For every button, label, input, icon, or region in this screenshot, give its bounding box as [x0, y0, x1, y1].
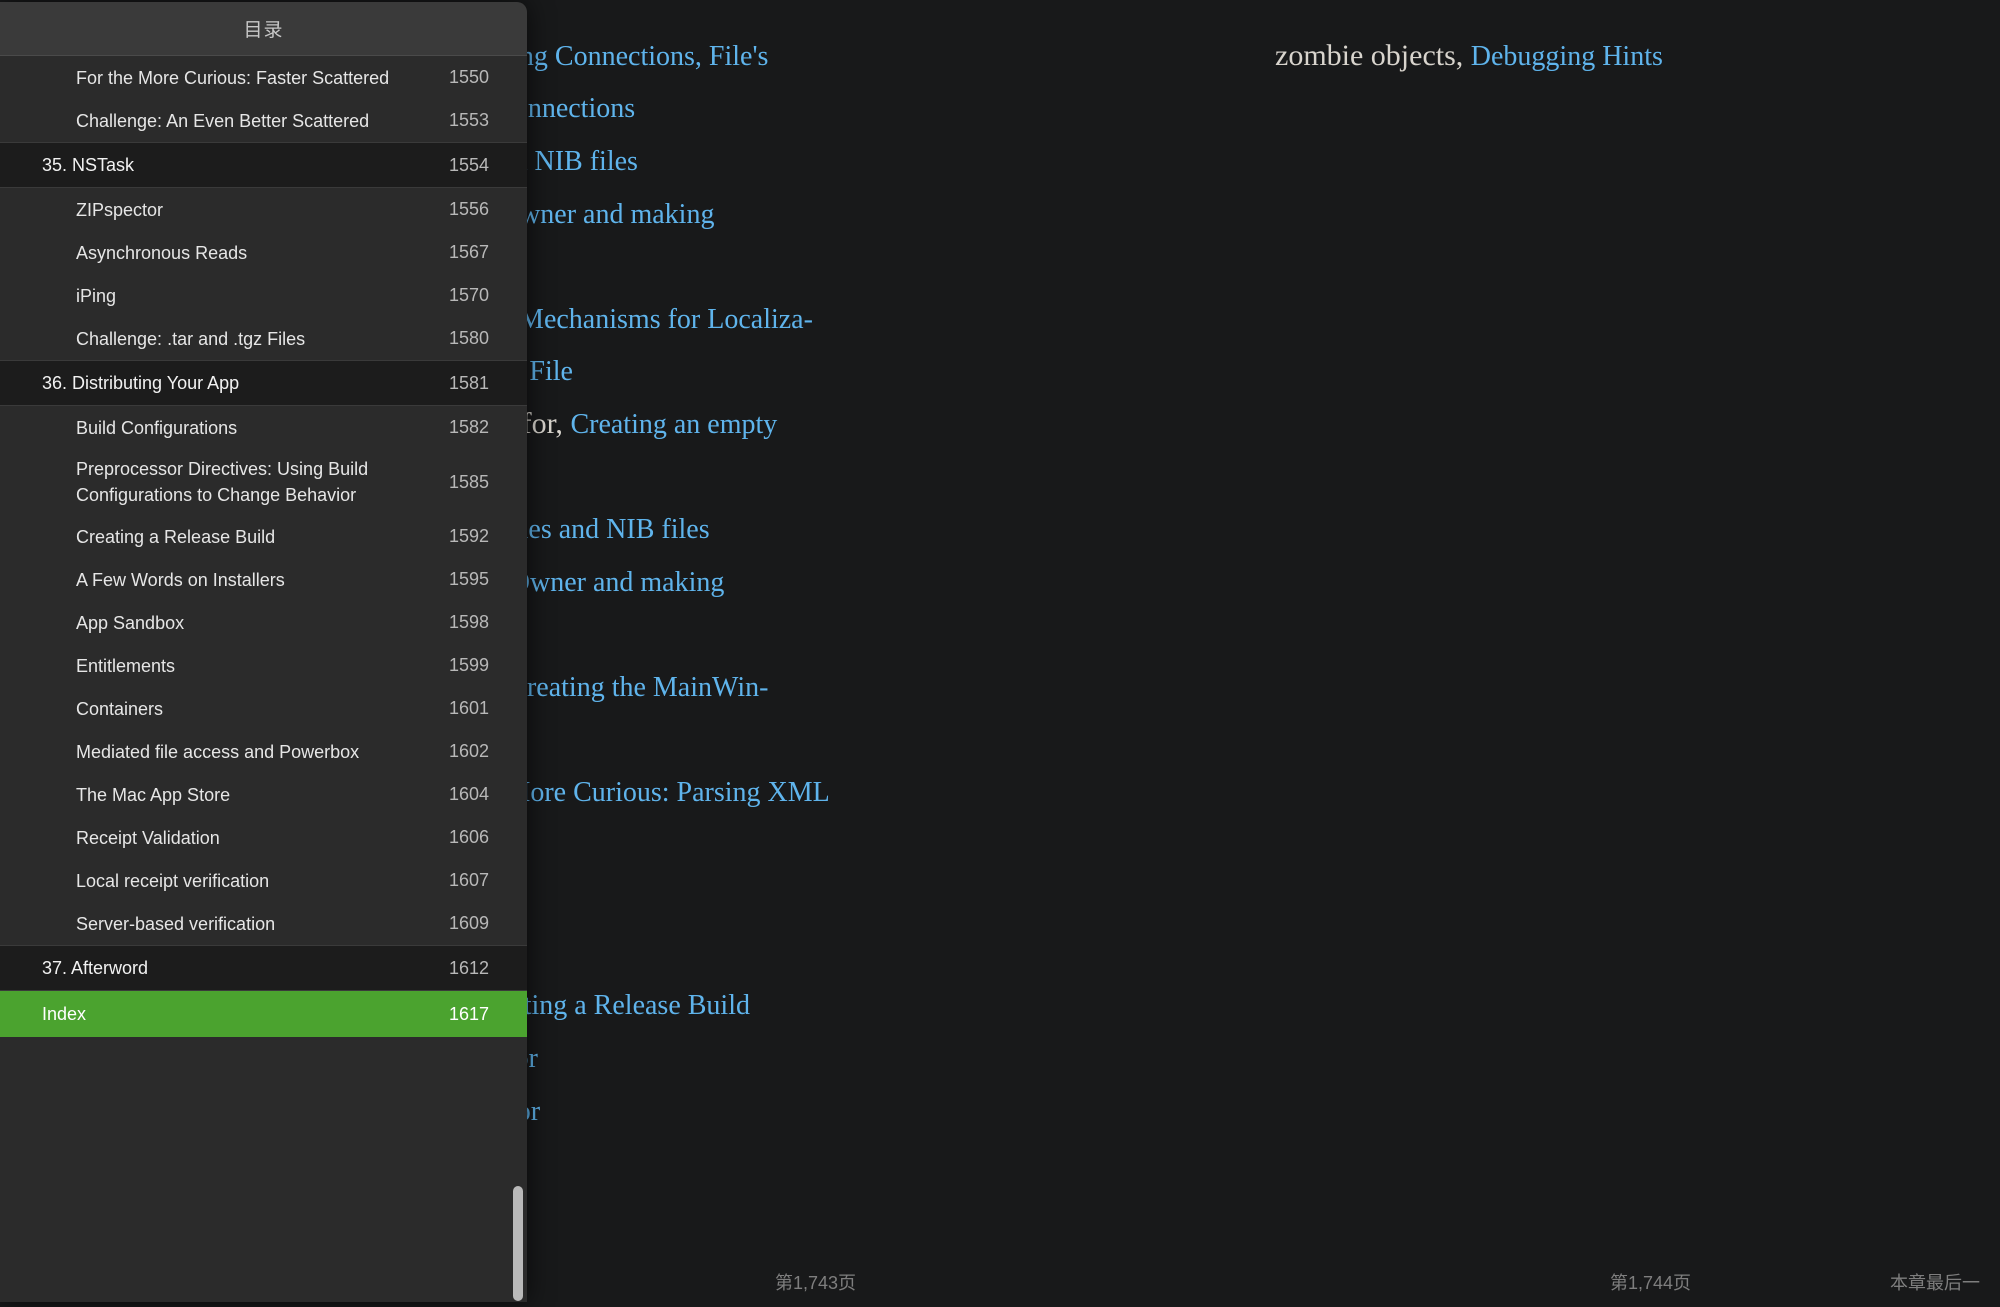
toc-item[interactable]: Build Configurations 1582	[0, 406, 527, 449]
toc-item-label: Mediated file access and Powerbox	[76, 741, 360, 762]
toc-item-page-number: 1599	[448, 655, 489, 675]
toc-item-page-number: 1553	[448, 110, 489, 130]
toc-item-label: 37. Afterword	[42, 958, 149, 978]
toc-item-label: Containers	[76, 698, 164, 719]
toc-item-page-number: 1554	[448, 154, 489, 175]
toc-item-page-number: 1581	[448, 372, 489, 393]
toc-item-label: Challenge: An Even Better Scattered	[76, 110, 370, 131]
toc-item[interactable]: 37. Afterword 1612	[0, 945, 527, 991]
index-entry-link[interactable]: Creating an empty	[570, 409, 777, 440]
toc-item-label: App Sandbox	[76, 612, 185, 633]
toc-item-page-number: 1567	[448, 242, 489, 262]
toc-item[interactable]: Local receipt verification 1607	[0, 859, 527, 902]
toc-item[interactable]: The Mac App Store 1604	[0, 773, 527, 816]
toc-item-page-number: 1550	[448, 67, 489, 87]
index-entry: zombie objects, Debugging Hints	[1275, 30, 1910, 83]
toc-item-page-number: 1598	[448, 612, 489, 632]
toc-item-page-number: 1595	[448, 569, 489, 589]
toc-header-title: 目录	[243, 20, 284, 41]
toc-header: 目录	[0, 2, 527, 56]
toc-item-page-number: 1601	[448, 698, 489, 718]
toc-item[interactable]: Creating a Release Build 1592	[0, 515, 527, 558]
status-page-right: 第1,744页	[1610, 1273, 1692, 1293]
toc-item[interactable]: Receipt Validation 1606	[0, 816, 527, 859]
toc-item[interactable]: Entitlements 1599	[0, 644, 527, 687]
toc-item-page-number: 1585	[448, 471, 489, 492]
toc-item-label: Receipt Validation	[76, 827, 220, 848]
toc-item[interactable]: Asynchronous Reads 1567	[0, 231, 527, 274]
toc-item-label: Creating a Release Build	[76, 526, 276, 547]
toc-item[interactable]: App Sandbox 1598	[0, 601, 527, 644]
toc-item[interactable]: Server-based verification 1609	[0, 902, 527, 945]
index-entry-separator: ,	[694, 41, 709, 72]
toc-item[interactable]: Containers 1601	[0, 687, 527, 730]
toc-item-label: Entitlements	[76, 655, 176, 676]
index-entry-line: zombie objects, Debugging Hints	[1275, 30, 1910, 83]
toc-item[interactable]: Index 1617	[0, 991, 527, 1037]
page-right: zombie objects, Debugging Hints	[1000, 0, 2000, 1255]
toc-item[interactable]: 35. NSTask 1554	[0, 142, 527, 188]
toc-item-label: Server-based verification	[76, 913, 276, 934]
toc-item-page-number: 1556	[448, 199, 489, 219]
toc-scrollbar[interactable]	[513, 56, 523, 1302]
toc-item-label: 36. Distributing Your App	[42, 373, 240, 393]
toc-item-label: Local receipt verification	[76, 870, 270, 891]
toc-item-label: iPing	[76, 285, 117, 306]
index-entry-term: zombie objects,	[1275, 39, 1471, 72]
toc-item-label: The Mac App Store	[76, 784, 231, 805]
toc-list[interactable]: For the More Curious: Faster Scattered 15…	[0, 56, 527, 1302]
status-page-left: 第1,743页	[775, 1273, 857, 1293]
toc-item-label: A Few Words on Installers	[76, 569, 285, 590]
toc-item-label: Build Configurations	[76, 417, 238, 438]
toc-item-page-number: 1606	[448, 827, 489, 847]
toc-item-page-number: 1592	[448, 526, 489, 546]
toc-item-page-number: 1609	[448, 913, 489, 933]
toc-item[interactable]: ZIPspector 1556	[0, 188, 527, 231]
toc-item[interactable]: For the More Curious: Faster Scattered 15…	[0, 56, 527, 99]
toc-item-label: For the More Curious: Faster Scattered	[76, 67, 390, 88]
ebook-reader-app: nnections in, Making Connections, File's…	[0, 0, 2000, 1307]
toc-sidebar-panel: 目录 For the More Curious: Faster Scattere…	[0, 2, 527, 1302]
toc-item-page-number: 1607	[448, 870, 489, 890]
toc-item-page-number: 1617	[448, 1003, 489, 1024]
toc-item-label: ZIPspector	[76, 199, 164, 220]
toc-item-page-number: 1582	[448, 417, 489, 437]
toc-item-page-number: 1580	[448, 328, 489, 348]
toc-item-label: Index	[42, 1004, 87, 1024]
toc-item-label: Preprocessor Directives: Using Build Con…	[76, 459, 369, 505]
index-entry-link[interactable]: Debugging Hints	[1471, 41, 1663, 72]
toc-item[interactable]: Challenge: .tar and .tgz Files 1580	[0, 317, 527, 360]
toc-item-page-number: 1612	[448, 957, 489, 978]
toc-item[interactable]: Mediated file access and Powerbox 1602	[0, 730, 527, 773]
toc-scrollbar-thumb[interactable]	[513, 1186, 523, 1301]
toc-item-label: 35. NSTask	[42, 155, 135, 175]
toc-item[interactable]: A Few Words on Installers 1595	[0, 558, 527, 601]
toc-item-page-number: 1602	[448, 741, 489, 761]
index-entry-link[interactable]: Creating the MainWin-	[508, 672, 768, 703]
toc-item[interactable]: Preprocessor Directives: Using Build Con…	[0, 449, 527, 515]
toc-item[interactable]: Challenge: An Even Better Scattered 1553	[0, 99, 527, 142]
toc-item[interactable]: iPing 1570	[0, 274, 527, 317]
toc-item[interactable]: 36. Distributing Your App 1581	[0, 360, 527, 406]
toc-item-page-number: 1570	[448, 285, 489, 305]
toc-item-label: Asynchronous Reads	[76, 242, 248, 263]
toc-item-label: Challenge: .tar and .tgz Files	[76, 328, 306, 349]
index-entry-link[interactable]: File's	[709, 41, 769, 72]
toc-item-page-number: 1604	[448, 784, 489, 804]
status-chapter-note: 本章最后一	[1890, 1273, 1980, 1293]
